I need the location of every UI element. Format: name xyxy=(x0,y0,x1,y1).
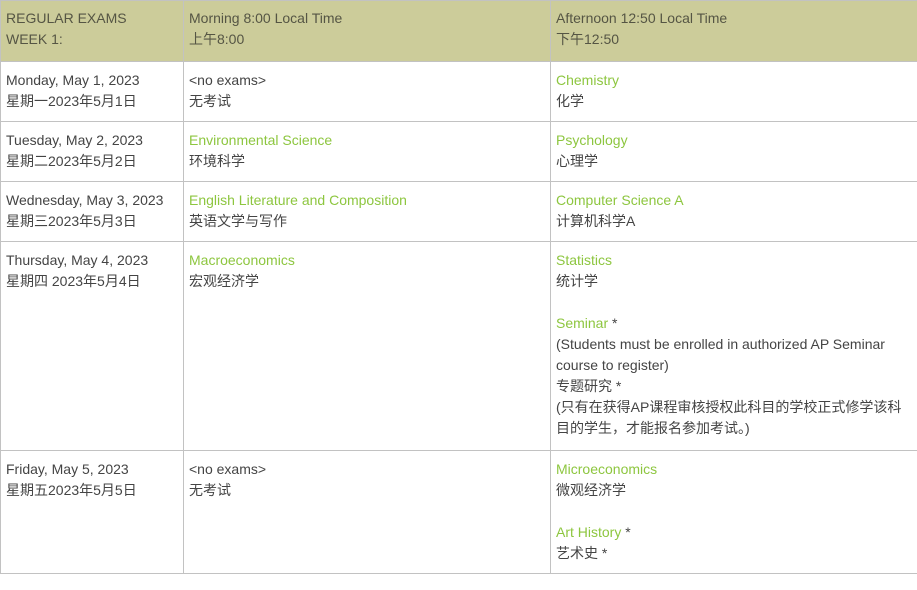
subject-link-statistics[interactable]: Statistics xyxy=(556,250,914,271)
table-row: Wednesday, May 3, 2023 星期三2023年5月3日 Engl… xyxy=(0,181,917,242)
seminar-note-en: (Students must be enrolled in authorized… xyxy=(556,336,885,373)
table-row: Monday, May 1, 2023 星期一2023年5月1日 <no exa… xyxy=(0,61,917,122)
subject-link-macroeconomics[interactable]: Macroeconomics xyxy=(189,250,545,271)
subject-zh: 化学 xyxy=(556,93,584,109)
date-en: Thursday, May 4, 2023 xyxy=(6,252,149,268)
no-exams-label-zh: 无考试 xyxy=(189,93,231,109)
no-exams-label: <no exams> xyxy=(189,461,267,477)
subject-zh: 环境科学 xyxy=(189,153,245,169)
date-cell: Friday, May 5, 2023 星期五2023年5月5日 xyxy=(0,450,184,574)
date-cell: Monday, May 1, 2023 星期一2023年5月1日 xyxy=(0,61,184,122)
subject-zh: 微观经济学 xyxy=(556,482,626,498)
date-zh: 星期三2023年5月3日 xyxy=(6,213,137,229)
date-en: Friday, May 5, 2023 xyxy=(6,461,129,477)
header-week-title: REGULAR EXAMS xyxy=(6,10,127,26)
no-exams-label-zh: 无考试 xyxy=(189,482,231,498)
date-cell: Thursday, May 4, 2023 星期四 2023年5月4日 xyxy=(0,241,184,451)
subject-zh: 艺术史 * xyxy=(556,545,608,561)
header-afternoon-zh: 下午12:50 xyxy=(556,31,620,47)
table-row: Friday, May 5, 2023 星期五2023年5月5日 <no exa… xyxy=(0,450,917,574)
date-zh: 星期二2023年5月2日 xyxy=(6,153,137,169)
seminar-note-zh: (只有在获得AP课程审核授权此科目的学校正式修学该科目的学生，才能报名参加考试。… xyxy=(556,399,902,436)
art-history-line: Art History * xyxy=(556,522,914,543)
afternoon-cell: Computer Science A 计算机科学A xyxy=(550,181,917,242)
date-zh: 星期四 2023年5月4日 xyxy=(6,273,141,289)
header-week-cell: REGULAR EXAMS WEEK 1: xyxy=(0,0,184,62)
morning-cell: <no exams> 无考试 xyxy=(183,61,551,122)
subject-zh: 计算机科学A xyxy=(556,213,636,229)
subject-zh: 心理学 xyxy=(556,153,598,169)
date-en: Wednesday, May 3, 2023 xyxy=(6,192,164,208)
subject-link-psychology[interactable]: Psychology xyxy=(556,130,914,151)
subject-link-environmental-science[interactable]: Environmental Science xyxy=(189,130,545,151)
subject-link-microeconomics[interactable]: Microeconomics xyxy=(556,459,914,480)
subject-zh: 统计学 xyxy=(556,273,598,289)
date-cell: Tuesday, May 2, 2023 星期二2023年5月2日 xyxy=(0,121,184,182)
morning-cell: Environmental Science 环境科学 xyxy=(183,121,551,182)
morning-cell: <no exams> 无考试 xyxy=(183,450,551,574)
table-row: Tuesday, May 2, 2023 星期二2023年5月2日 Enviro… xyxy=(0,121,917,182)
header-afternoon-en: Afternoon 12:50 Local Time xyxy=(556,10,728,26)
date-zh: 星期一2023年5月1日 xyxy=(6,93,137,109)
afternoon-cell: Statistics 统计学 Seminar * (Students must … xyxy=(550,241,917,451)
subject-link-computer-science-a[interactable]: Computer Science A xyxy=(556,190,914,211)
header-morning-zh: 上午8:00 xyxy=(189,31,245,47)
subject-zh: 英语文学与写作 xyxy=(189,213,287,229)
subject-link-art-history[interactable]: Art History xyxy=(556,524,621,540)
header-morning-cell: Morning 8:00 Local Time 上午8:00 xyxy=(183,0,551,62)
morning-cell: Macroeconomics 宏观经济学 xyxy=(183,241,551,451)
seminar-line: Seminar * xyxy=(556,313,914,334)
header-afternoon-cell: Afternoon 12:50 Local Time 下午12:50 xyxy=(550,0,917,62)
subject-link-english-literature[interactable]: English Literature and Composition xyxy=(189,190,545,211)
subject-zh: 宏观经济学 xyxy=(189,273,259,289)
asterisk-marker: * xyxy=(608,315,618,331)
header-morning-en: Morning 8:00 Local Time xyxy=(189,10,343,26)
table-header-row: REGULAR EXAMS WEEK 1: Morning 8:00 Local… xyxy=(0,0,917,62)
subject-zh: 专题研究 * xyxy=(556,378,622,394)
date-en: Monday, May 1, 2023 xyxy=(6,72,140,88)
table-row: Thursday, May 4, 2023 星期四 2023年5月4日 Macr… xyxy=(0,241,917,451)
header-week-number: WEEK 1: xyxy=(6,31,63,47)
no-exams-label: <no exams> xyxy=(189,72,267,88)
date-en: Tuesday, May 2, 2023 xyxy=(6,132,143,148)
asterisk-marker: * xyxy=(621,524,631,540)
subject-link-chemistry[interactable]: Chemistry xyxy=(556,70,914,91)
date-cell: Wednesday, May 3, 2023 星期三2023年5月3日 xyxy=(0,181,184,242)
date-zh: 星期五2023年5月5日 xyxy=(6,482,137,498)
afternoon-cell: Microeconomics 微观经济学 Art History * 艺术史 * xyxy=(550,450,917,574)
afternoon-cell: Psychology 心理学 xyxy=(550,121,917,182)
exam-schedule-table: REGULAR EXAMS WEEK 1: Morning 8:00 Local… xyxy=(0,0,917,574)
subject-link-seminar[interactable]: Seminar xyxy=(556,315,608,331)
afternoon-cell: Chemistry 化学 xyxy=(550,61,917,122)
morning-cell: English Literature and Composition 英语文学与… xyxy=(183,181,551,242)
